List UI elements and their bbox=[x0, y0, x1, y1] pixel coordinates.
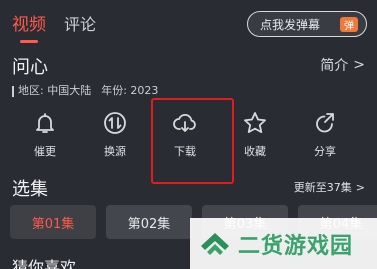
episodes-update-label: 更新至37集 bbox=[293, 181, 352, 194]
send-danmu-label: 点我发弹幕 bbox=[260, 17, 321, 32]
chevron-right-icon: > bbox=[353, 57, 365, 73]
share-label: 分享 bbox=[314, 145, 336, 158]
share-icon bbox=[316, 113, 334, 133]
top-tabs: 视频 评论 bbox=[12, 10, 96, 43]
page-title: 问心 bbox=[12, 57, 48, 78]
bell-icon bbox=[36, 113, 54, 133]
switch-source-button[interactable]: 换源 bbox=[80, 110, 150, 159]
meta-divider bbox=[12, 85, 14, 97]
episode-item[interactable]: 第02集 bbox=[106, 205, 192, 239]
watermark-logo-icon bbox=[201, 232, 229, 255]
meta-region: 地区: 中国大陆 bbox=[12, 82, 91, 98]
recommend-title: 猜你喜欢 bbox=[12, 258, 77, 269]
tab-comments[interactable]: 评论 bbox=[64, 11, 96, 39]
send-danmu-button[interactable]: 点我发弹幕 弹 bbox=[247, 11, 367, 37]
tab-video[interactable]: 视频 bbox=[12, 10, 46, 43]
watermark-text: 二货游戏园 bbox=[238, 233, 354, 259]
intro-link[interactable]: 简介 > bbox=[320, 55, 365, 75]
chevron-right-icon: > bbox=[355, 180, 365, 194]
switch-source-label: 换源 bbox=[104, 145, 126, 158]
remind-update-label: 催更 bbox=[34, 145, 56, 158]
remind-update-button[interactable]: 催更 bbox=[10, 110, 80, 159]
episodes-title: 选集 bbox=[12, 179, 48, 200]
favorite-label: 收藏 bbox=[244, 145, 266, 158]
episodes-update-link[interactable]: 更新至37集 > bbox=[294, 179, 365, 195]
meta-region-text: 地区: 中国大陆 bbox=[18, 84, 92, 97]
switch-source-icon bbox=[104, 112, 126, 134]
intro-label: 简介 bbox=[320, 58, 349, 74]
watermark: 二货游戏园 bbox=[190, 218, 377, 269]
danmu-icon: 弹 bbox=[340, 17, 358, 32]
share-button[interactable]: 分享 bbox=[290, 110, 360, 159]
download-highlight-box bbox=[151, 98, 234, 184]
episode-item[interactable]: 第01集 bbox=[10, 205, 96, 239]
video-meta: 地区: 中国大陆 年份: 2023 bbox=[12, 82, 158, 98]
meta-year: 年份: 2023 bbox=[101, 84, 159, 97]
star-icon bbox=[244, 112, 266, 133]
